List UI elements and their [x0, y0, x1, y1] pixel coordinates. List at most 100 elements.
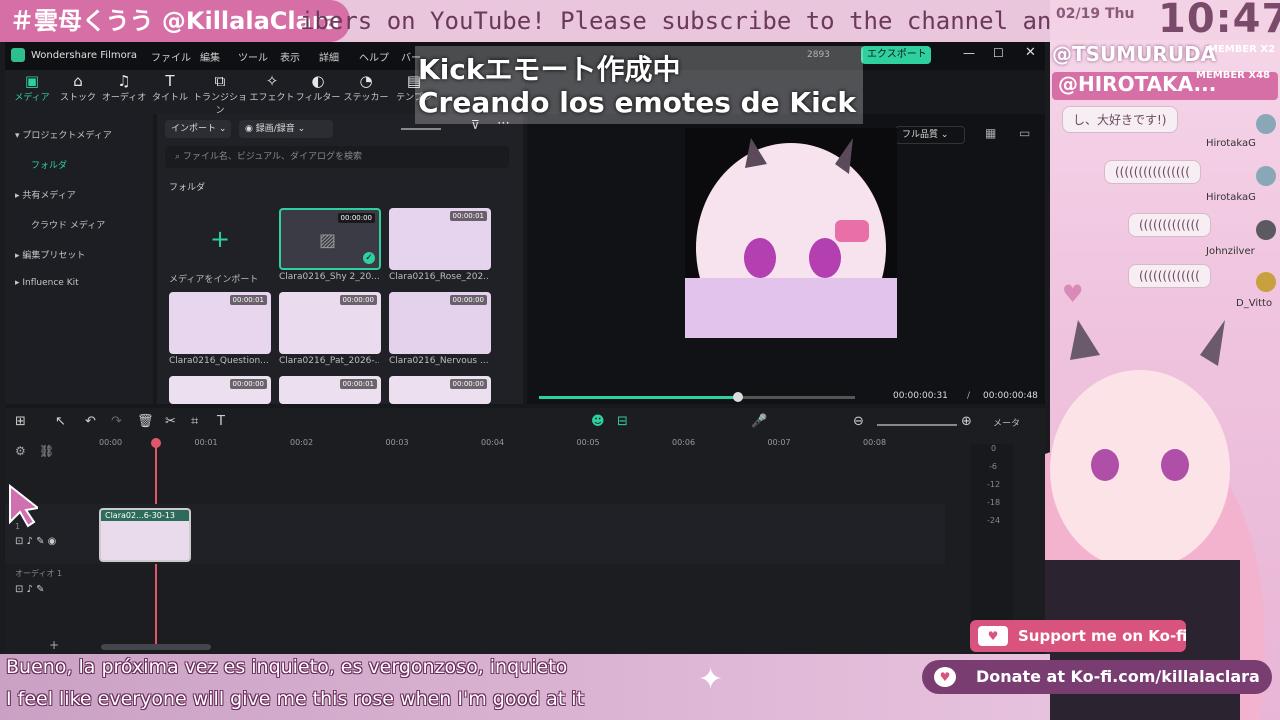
chat-user-2: HirotakaG	[1206, 192, 1256, 203]
left-eye-shape	[1091, 449, 1119, 481]
maximize-icon[interactable]: ☐	[993, 46, 1004, 60]
import-media-tile[interactable]: +	[169, 208, 271, 270]
ruler-tick-label: 00:00	[99, 438, 123, 447]
search-input[interactable]: ⌕ ファイル名、ビジュアル、ダイアログを検索	[165, 146, 509, 168]
ruler-tick-label: 00:02	[290, 438, 314, 447]
sidebar-item-folder[interactable]: フォルダ	[31, 158, 67, 171]
audio-track-controls[interactable]: ⊡ ♪ ✎	[15, 584, 45, 595]
member-badge-1: MEMBER X2	[1208, 44, 1276, 55]
stream-ticker: ibers on YouTube! Please subscribe to th…	[300, 7, 1050, 35]
plus-icon: +	[209, 225, 231, 253]
menu-view[interactable]: 表示	[280, 49, 300, 64]
emote-preview-image	[685, 128, 897, 338]
tab-effect-label: エフェクト	[249, 93, 295, 103]
menu-file[interactable]: ファイル	[151, 49, 191, 64]
zoom-slider[interactable]	[401, 128, 441, 130]
zoom-in-icon[interactable]: ⊕	[961, 414, 972, 429]
tab-media[interactable]: ▣ メディア	[9, 70, 55, 103]
export-label: エクスポート	[867, 49, 927, 60]
tab-title[interactable]: T タイトル	[147, 70, 193, 103]
horizontal-scrollbar[interactable]	[101, 644, 211, 650]
quality-dropdown[interactable]: フル品質 ⌄	[895, 126, 965, 144]
filmora-logo-icon	[11, 48, 25, 62]
kofi-donate-banner[interactable]: ♥ Donate at Ko-fi.com/killalaclara	[922, 660, 1272, 694]
ai-tool-icon[interactable]: ☻	[591, 414, 605, 429]
duration-badge: 00:00:01	[339, 379, 377, 389]
time-separator: /	[967, 391, 971, 401]
minimize-icon[interactable]: —	[963, 46, 975, 60]
chat-message-2: ((((((((((((((((	[1104, 160, 1201, 184]
menu-edit[interactable]: 編集	[200, 49, 220, 64]
layout-icon[interactable]: ⊞	[15, 414, 26, 429]
right-horn-shape	[1200, 320, 1225, 366]
media-item[interactable]: 00:00:00	[169, 376, 271, 404]
time-ruler[interactable]: 00:00 00:01 00:02 00:03 00:04 00:05 00:06 00:07…	[99, 438, 949, 458]
media-item[interactable]: 00:00:00 ▨ ✓	[279, 208, 381, 270]
text-icon[interactable]: T	[217, 414, 225, 429]
sidebar-item-project-media[interactable]: ▾ プロジェクトメディア	[15, 128, 112, 141]
tab-stock[interactable]: ⌂ ストック	[55, 70, 101, 103]
media-item[interactable]: 00:00:00	[279, 292, 381, 354]
redo-icon[interactable]: ↷	[111, 414, 122, 429]
export-button[interactable]: エクスポート ⌄	[861, 46, 931, 78]
effect-icon: ✧	[265, 72, 279, 90]
delete-icon[interactable]: 🗑	[137, 414, 154, 429]
menu-advanced[interactable]: 詳細	[319, 49, 339, 64]
tab-filter[interactable]: ◐ フィルター	[295, 70, 341, 103]
tab-title-label: タイトル	[151, 93, 188, 103]
snap-icon[interactable]: ⊟	[617, 414, 628, 429]
playhead-knob[interactable]	[733, 392, 744, 402]
chat-avatar-icon	[1256, 272, 1276, 292]
media-item[interactable]: 00:00:00	[389, 292, 491, 354]
filmora-window: Wondershare Filmora ファイル 編集 ツール 表示 詳細 ヘル…	[5, 42, 1045, 654]
stream-top-banner: ＃雲母くうう @KillalaClara ibers on YouTube! P…	[0, 0, 1050, 42]
sidebar-item-shared-media[interactable]: ▸ 共有メディア	[15, 188, 76, 201]
add-track-icon[interactable]: +	[49, 638, 59, 652]
microphone-icon[interactable]: 🎤	[751, 414, 767, 429]
close-icon[interactable]: ✕	[1025, 45, 1036, 60]
media-item[interactable]: 00:00:01	[389, 208, 491, 270]
crop-icon[interactable]: ⌗	[191, 414, 198, 429]
snapshot-icon[interactable]: ▭	[1019, 126, 1030, 140]
undo-icon[interactable]: ↶	[85, 414, 96, 429]
tab-audio[interactable]: ♫ オーディオ	[101, 70, 147, 103]
tab-effect[interactable]: ✧ エフェクト	[249, 70, 295, 103]
sidebar-item-cloud-media[interactable]: クラウド メディア	[31, 218, 105, 231]
ruler-tick-label: 00:05	[576, 438, 600, 447]
mouse-cursor-icon	[9, 484, 38, 528]
import-dropdown[interactable]: インポート ⌄	[165, 120, 231, 138]
menu-help[interactable]: ヘルプ	[359, 49, 389, 64]
playback-progress[interactable]	[539, 396, 855, 399]
timeline-zoom-slider[interactable]	[877, 424, 957, 426]
video-track-controls[interactable]: ⊡ ♪ ✎ ◉	[15, 536, 56, 547]
preview-canvas[interactable]	[685, 128, 897, 338]
meter-tick: -18	[987, 498, 1001, 507]
media-item[interactable]: 00:00:01	[169, 292, 271, 354]
media-item[interactable]: 00:00:01	[279, 376, 381, 404]
overlay-title: Kickエモート作成中	[418, 53, 681, 86]
grid-icon[interactable]: ▦	[985, 126, 996, 140]
zoom-out-icon[interactable]: ⊖	[853, 414, 864, 429]
menu-tools[interactable]: ツール	[238, 49, 268, 64]
duration-badge: 00:00:00	[449, 379, 487, 389]
tab-transition[interactable]: ⧉ トランジション	[193, 70, 247, 116]
link-icon[interactable]: ⛓	[39, 444, 54, 458]
chat-message-4: (((((((((((((	[1128, 264, 1211, 288]
duration-badge: 00:00:00	[449, 295, 487, 305]
split-icon[interactable]: ✂	[165, 414, 176, 429]
media-item[interactable]: 00:00:00	[389, 376, 491, 404]
tab-transition-label: トランジション	[193, 93, 248, 116]
timeline-settings-icon[interactable]: ⚙	[15, 444, 26, 458]
sidebar-item-influence-kit[interactable]: ▸ Influence Kit	[15, 278, 79, 288]
record-dropdown[interactable]: ◉ 録画/録音 ⌄	[239, 120, 333, 138]
chat-user-3: Johnzilver	[1206, 246, 1255, 257]
kofi-support-text: Support me on Ko-fi	[1018, 627, 1188, 645]
audio-icon: ♫	[117, 72, 131, 90]
tab-sticker[interactable]: ◔ ステッカー	[341, 70, 391, 103]
timeline-clip[interactable]: Clara02...6-30-13	[99, 508, 191, 562]
kofi-support-banner[interactable]: ♥ Support me on Ko-fi	[970, 620, 1188, 652]
playhead-handle[interactable]	[151, 438, 161, 448]
sidebar-item-presets[interactable]: ▸ 編集プリセット	[15, 248, 85, 261]
kofi-cup-icon: ♥	[978, 626, 1008, 646]
select-tool-icon[interactable]: ↖	[55, 414, 66, 429]
